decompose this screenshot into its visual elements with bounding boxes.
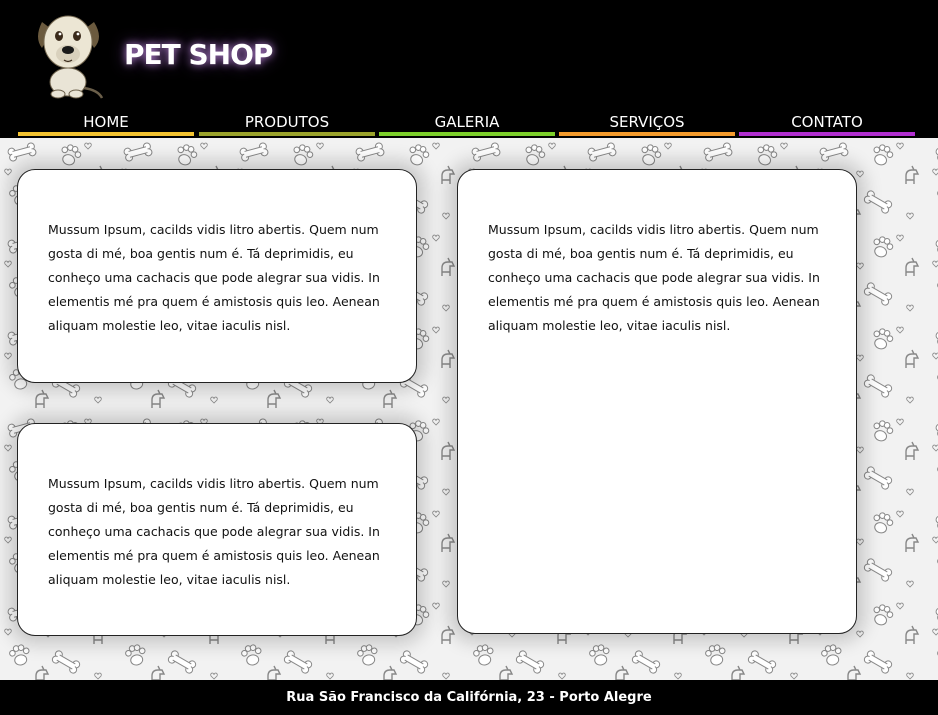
card-text: Mussum Ipsum, cacilds vidis litro aberti… bbox=[488, 222, 820, 333]
nav-item-home[interactable]: HOME bbox=[18, 110, 194, 136]
nav-item-contato[interactable]: CONTATO bbox=[739, 110, 915, 136]
card-text: Mussum Ipsum, cacilds vidis litro aberti… bbox=[48, 222, 380, 333]
main-nav: HOME PRODUTOS GALERIA SERVIÇOS CONTATO bbox=[0, 110, 938, 138]
site-header: PET SHOP bbox=[0, 0, 938, 110]
nav-item-servicos[interactable]: SERVIÇOS bbox=[559, 110, 735, 136]
content-card: Mussum Ipsum, cacilds vidis litro aberti… bbox=[17, 169, 417, 383]
site-footer: Rua São Francisco da Califórnia, 23 - Po… bbox=[0, 680, 938, 715]
brand-title[interactable]: PET SHOP bbox=[124, 38, 273, 71]
card-text: Mussum Ipsum, cacilds vidis litro aberti… bbox=[48, 476, 380, 587]
content-area: Mussum Ipsum, cacilds vidis litro aberti… bbox=[0, 138, 938, 680]
footer-address: Rua São Francisco da Califórnia, 23 - Po… bbox=[286, 690, 652, 705]
content-card: Mussum Ipsum, cacilds vidis litro aberti… bbox=[457, 169, 857, 634]
nav-item-galeria[interactable]: GALERIA bbox=[379, 110, 555, 136]
dog-mascot-icon[interactable] bbox=[32, 8, 108, 100]
nav-item-produtos[interactable]: PRODUTOS bbox=[199, 110, 375, 136]
content-card: Mussum Ipsum, cacilds vidis litro aberti… bbox=[17, 423, 417, 636]
